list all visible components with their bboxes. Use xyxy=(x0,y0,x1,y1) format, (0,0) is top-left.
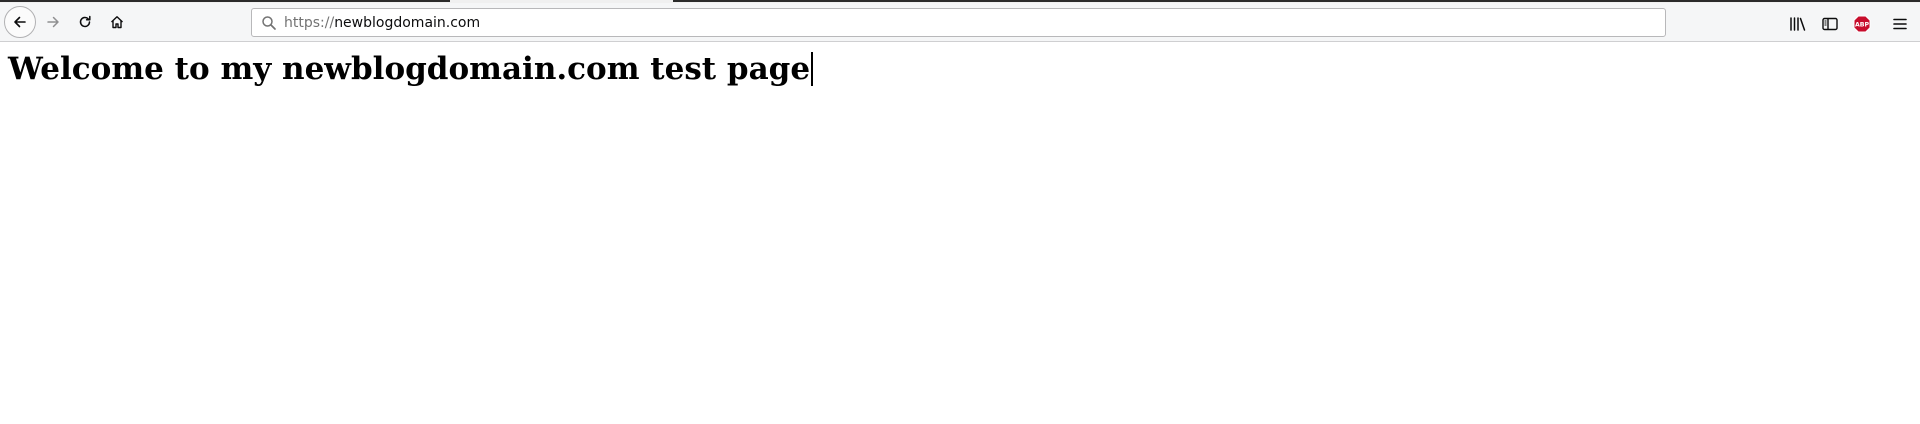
page-heading: Welcome to my newblogdomain.com test pag… xyxy=(8,48,814,90)
library-icon xyxy=(1790,17,1806,31)
tab-strip-border-left xyxy=(0,0,450,2)
url-bar[interactable]: https://newblogdomain.com xyxy=(251,8,1666,37)
reload-button[interactable] xyxy=(70,7,100,37)
navigation-toolbar: https://newblogdomain.com ABP xyxy=(0,3,1920,42)
forward-button[interactable] xyxy=(38,7,68,37)
menu-button[interactable] xyxy=(1889,13,1911,35)
adblock-plus-icon: ABP xyxy=(1853,15,1871,33)
adblock-plus-button[interactable]: ABP xyxy=(1851,13,1873,35)
sidebar-icon xyxy=(1822,17,1838,31)
home-icon xyxy=(111,16,123,29)
back-button[interactable] xyxy=(4,6,36,38)
sidebar-button[interactable] xyxy=(1819,13,1841,35)
page-heading-text: Welcome to my newblogdomain.com test pag… xyxy=(8,51,811,87)
reload-icon xyxy=(79,15,91,28)
arrow-left-icon xyxy=(14,16,26,28)
url-host: newblogdomain.com xyxy=(334,14,481,31)
hamburger-menu-icon xyxy=(1893,18,1907,30)
adblock-badge-text: ABP xyxy=(1855,22,1870,29)
tab-strip-border-right xyxy=(673,0,1920,2)
page-content[interactable]: Welcome to my newblogdomain.com test pag… xyxy=(0,43,1920,424)
home-button[interactable] xyxy=(102,7,132,37)
url-scheme: https:// xyxy=(284,14,335,31)
text-cursor xyxy=(811,52,814,86)
search-icon xyxy=(254,9,284,36)
arrow-right-icon xyxy=(47,16,59,28)
url-text: https://newblogdomain.com xyxy=(284,15,480,31)
library-button[interactable] xyxy=(1787,13,1809,35)
